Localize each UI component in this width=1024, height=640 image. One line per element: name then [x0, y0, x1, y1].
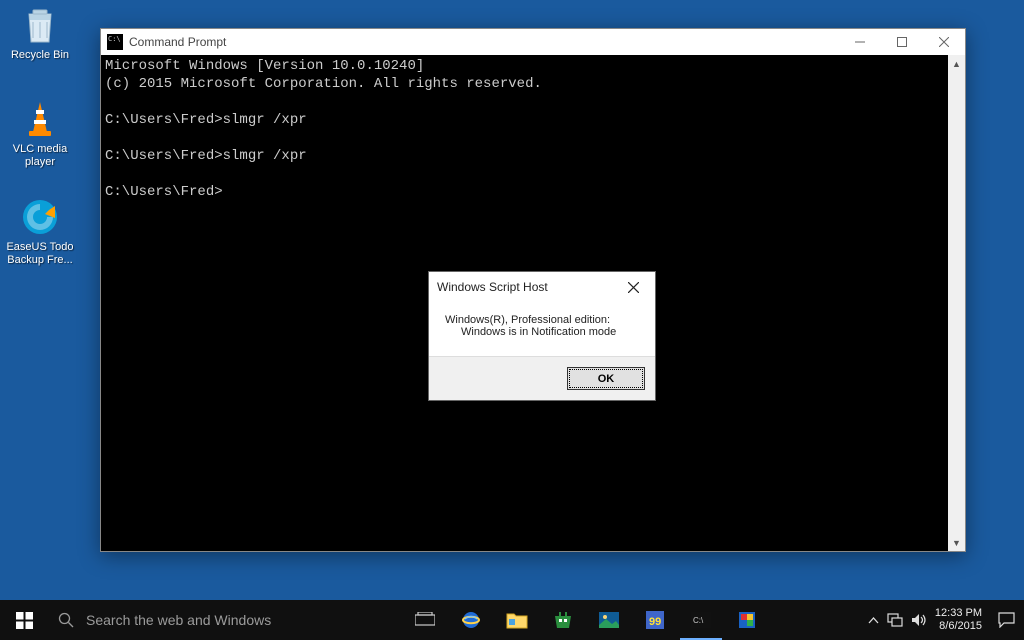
tray-network-icon[interactable]	[887, 613, 903, 627]
taskbar-app-fraps[interactable]: 99	[632, 600, 678, 640]
desktop-icon-easeus[interactable]: EaseUS Todo Backup Fre...	[5, 196, 75, 267]
tray-volume-icon[interactable]	[911, 613, 927, 627]
windows-script-host-dialog: Windows Script Host Windows(R), Professi…	[428, 271, 656, 401]
scroll-down-icon[interactable]: ▼	[948, 534, 965, 551]
taskbar-clock[interactable]: 12:33 PM 8/6/2015	[935, 600, 988, 640]
dialog-titlebar[interactable]: Windows Script Host	[429, 272, 655, 302]
desktop-icon-recycle-bin[interactable]: Recycle Bin	[5, 4, 75, 62]
taskbar-search[interactable]: Search the web and Windows	[48, 600, 402, 640]
taskbar-app-explorer[interactable]	[494, 600, 540, 640]
cmd-title: Command Prompt	[129, 35, 839, 49]
desktop-icon-vlc[interactable]: VLC media player	[5, 98, 75, 169]
taskbar-app-ie[interactable]	[448, 600, 494, 640]
minimize-button[interactable]	[839, 29, 881, 55]
clock-date: 8/6/2015	[935, 620, 982, 633]
search-placeholder: Search the web and Windows	[86, 612, 271, 628]
taskbar-app-store[interactable]	[540, 600, 586, 640]
desktop-icon-label: EaseUS Todo Backup Fre...	[5, 241, 75, 267]
dialog-line1: Windows(R), Professional edition:	[445, 314, 639, 326]
taskbar-app-photos[interactable]	[586, 600, 632, 640]
desktop-icon-label: Recycle Bin	[11, 49, 69, 62]
taskbar: Search the web and Windows	[0, 600, 1024, 640]
tray-chevron-up-icon[interactable]	[868, 615, 879, 626]
ok-button[interactable]: OK	[567, 367, 645, 390]
dialog-close-button[interactable]	[619, 273, 647, 301]
search-icon	[58, 612, 74, 628]
dialog-title: Windows Script Host	[437, 280, 619, 294]
taskbar-app-colorful[interactable]	[724, 600, 770, 640]
dialog-body: Windows(R), Professional edition: Window…	[429, 302, 655, 356]
recycle-bin-icon	[19, 4, 61, 46]
action-center-button[interactable]	[988, 600, 1024, 640]
svg-text:99: 99	[649, 616, 661, 628]
cmd-icon	[107, 34, 123, 50]
close-button[interactable]	[923, 29, 965, 55]
task-view-button[interactable]	[402, 600, 448, 640]
scroll-track[interactable]	[948, 72, 965, 534]
taskbar-app-cmd[interactable]: C:\	[678, 600, 724, 640]
system-tray	[860, 600, 935, 640]
cmd-titlebar[interactable]: Command Prompt	[101, 29, 965, 55]
clock-time: 12:33 PM	[935, 607, 982, 620]
scroll-up-icon[interactable]: ▲	[948, 55, 965, 72]
maximize-button[interactable]	[881, 29, 923, 55]
start-button[interactable]	[0, 600, 48, 640]
easeus-icon	[19, 196, 61, 238]
desktop-icon-label: VLC media player	[5, 143, 75, 169]
cmd-scrollbar[interactable]: ▲ ▼	[948, 55, 965, 551]
vlc-cone-icon	[19, 98, 61, 140]
svg-text:C:\: C:\	[693, 616, 704, 625]
dialog-line2: Windows is in Notification mode	[445, 326, 639, 338]
